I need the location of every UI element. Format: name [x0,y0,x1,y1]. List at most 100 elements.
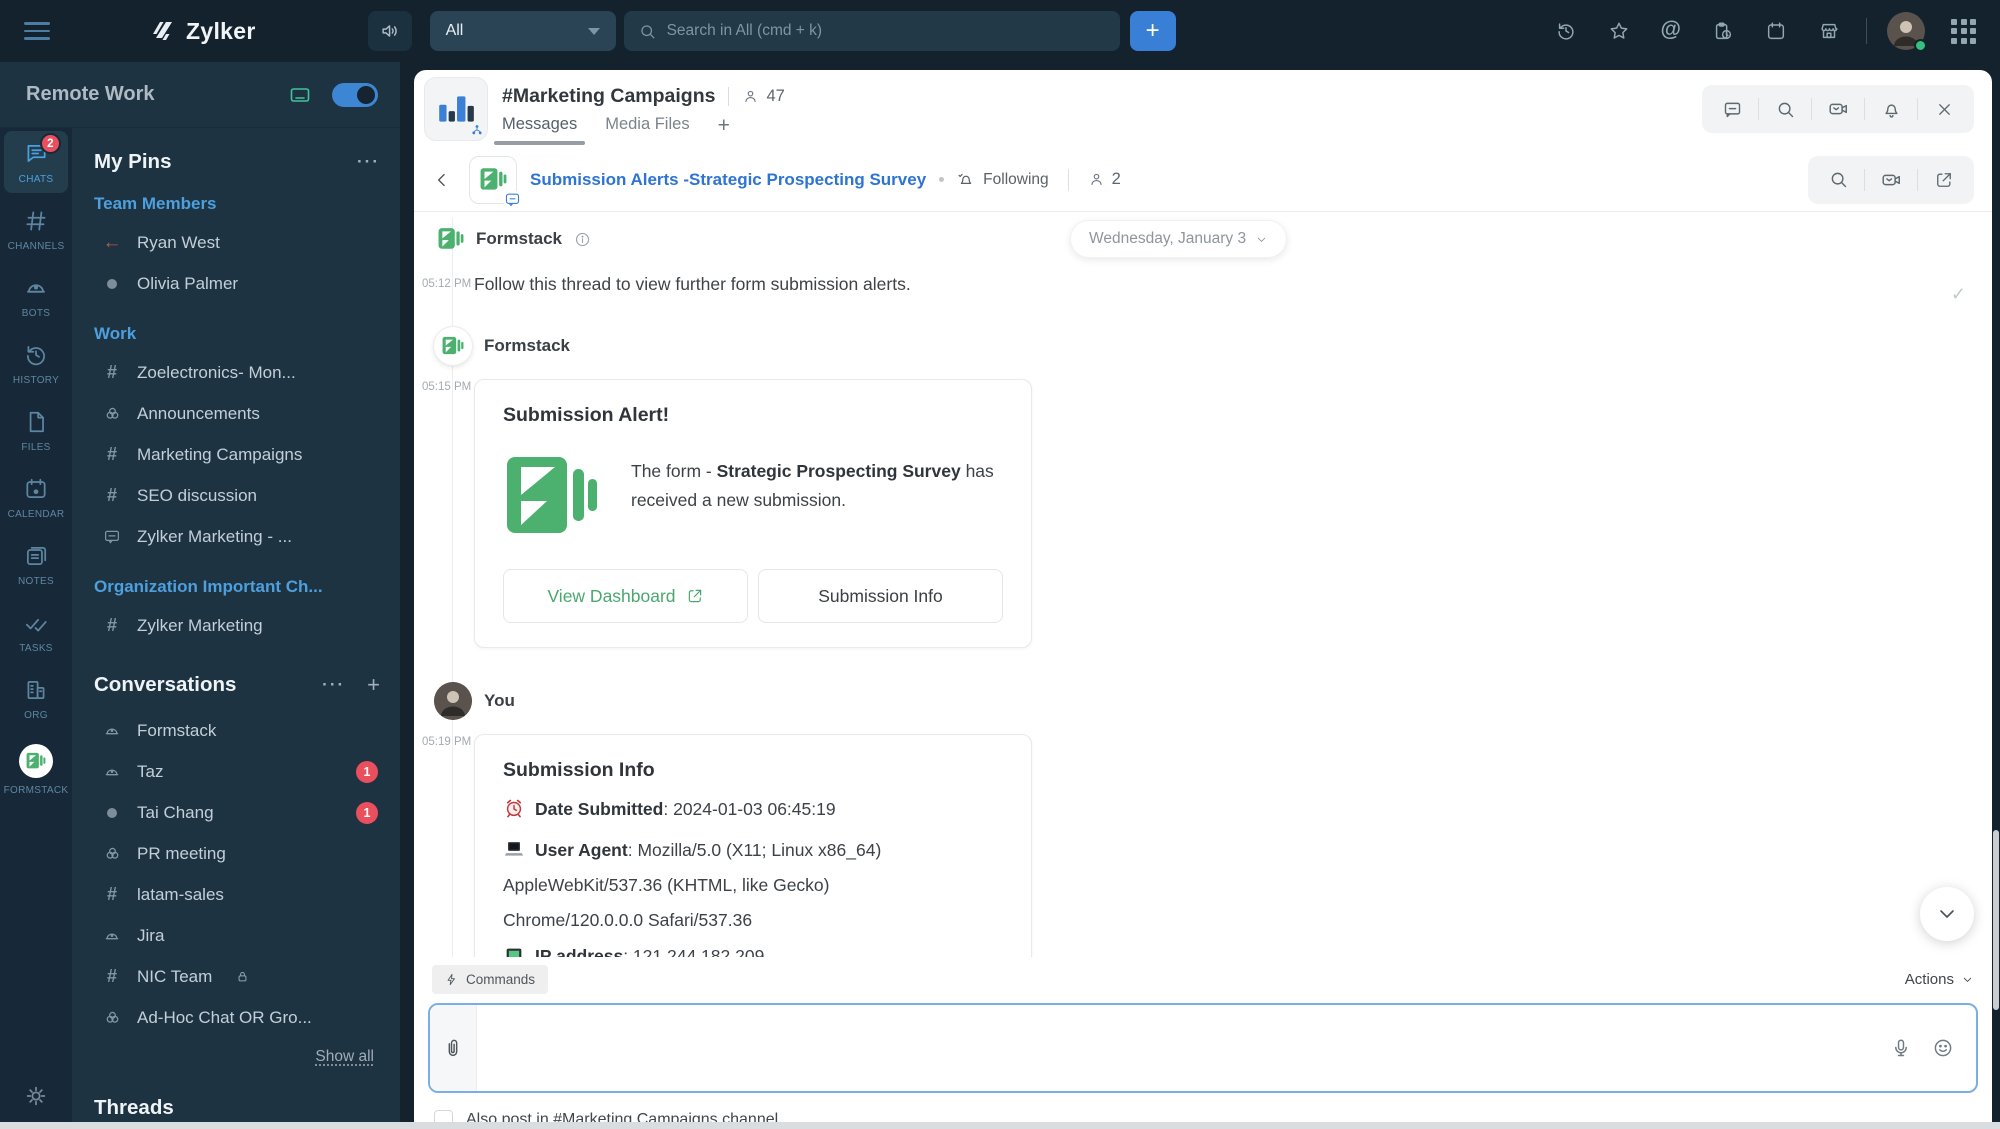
conversation-nic-team[interactable]: # NIC Team [92,956,382,997]
rail-item-files[interactable]: FILES [4,399,68,461]
tab-messages[interactable]: Messages [493,115,586,145]
device-monitor-icon[interactable] [288,83,312,107]
submission-info-button[interactable]: Submission Info [758,569,1003,623]
recent-history-icon[interactable] [1555,20,1577,42]
hamburger-menu-icon[interactable] [24,22,50,40]
following-button[interactable]: Following [957,171,1049,189]
rail-item-formstack[interactable]: FORMSTACK [4,734,68,804]
sidebar-item-seo-discussion[interactable]: # SEO discussion [92,475,382,516]
message-list[interactable]: Wednesday, January 3 Formstack 05:12 PM … [414,212,1992,957]
page-scrollbar-thumb[interactable] [1993,830,1999,1010]
thread-member-count[interactable]: 2 [1088,170,1121,189]
marketplace-icon[interactable] [1818,20,1840,42]
pin-group-title[interactable]: Work [94,324,380,344]
thread-bubble-badge-icon [504,190,521,208]
rail-item-chats[interactable]: 2 CHATS [4,131,68,193]
tab-media-files[interactable]: Media Files [605,115,689,136]
conversations-more-icon[interactable]: ··· [322,675,345,695]
search-icon[interactable] [1812,156,1864,204]
chats-unread-badge: 2 [40,133,61,154]
conversation-pr-meeting[interactable]: PR meeting [92,833,382,874]
sender-name[interactable]: Formstack [476,229,562,249]
availability-toggle[interactable] [332,82,378,107]
video-call-icon[interactable] [1812,85,1864,133]
rail-item-org[interactable]: ORG [4,667,68,729]
video-call-icon[interactable] [1865,156,1917,204]
message-time: 05:19 PM [422,736,472,748]
sidebar-item-marketing-campaigns[interactable]: # Marketing Campaigns [92,434,382,475]
back-chevron-icon[interactable] [432,170,452,190]
search-scope-select[interactable]: All [429,11,616,51]
info-icon[interactable] [574,231,591,248]
attach-file-button[interactable] [430,1005,477,1091]
date-pill[interactable]: Wednesday, January 3 [1070,220,1288,258]
new-chat-button[interactable]: + [1129,11,1176,51]
notifications-bell-icon[interactable] [1865,85,1917,133]
volume-icon[interactable] [367,11,412,51]
topbar: Zylker All + @ [0,0,2000,62]
conversation-formstack[interactable]: Formstack [92,710,382,751]
channel-avatar[interactable] [424,77,488,141]
search-icon[interactable] [1759,85,1811,133]
conversation-tai-chang[interactable]: Tai Chang 1 [92,792,382,833]
view-dashboard-button[interactable]: View Dashboard [503,569,748,623]
mic-icon[interactable] [1890,1037,1912,1059]
sidebar-item-zoelectronics[interactable]: # Zoelectronics- Mon... [92,352,382,393]
emoji-icon[interactable] [1932,1037,1954,1059]
close-icon[interactable] [1918,85,1970,133]
commands-button[interactable]: Commands [432,965,549,994]
pin-group-title[interactable]: Organization Important Ch... [94,577,380,597]
hash-icon: # [106,615,117,635]
thread-avatar[interactable] [469,155,521,208]
conversation-adhoc[interactable]: Ad-Hoc Chat OR Gro... [92,997,382,1038]
channel-member-count[interactable]: 47 [742,87,785,106]
starred-icon[interactable] [1608,20,1630,42]
you-avatar[interactable] [434,682,472,720]
rail-item-channels[interactable]: CHANNELS [4,198,68,260]
sidebar-item-zylker-marketing-thread[interactable]: Zylker Marketing - ... [92,516,382,557]
conversation-latam-sales[interactable]: # latam-sales [92,874,382,915]
actions-dropdown[interactable]: Actions [1905,971,1974,988]
sender-name[interactable]: Formstack [484,336,570,356]
rail-item-calendar[interactable]: CALENDAR [4,466,68,528]
reminders-icon[interactable] [1712,20,1734,42]
presence-dot-icon [102,278,122,289]
conversation-jira[interactable]: Jira [92,915,382,956]
open-external-icon[interactable] [1918,156,1970,204]
sender-name[interactable]: You [484,691,515,711]
calendar-icon[interactable] [1765,20,1787,42]
card-title: Submission Alert! [503,404,670,426]
user-avatar[interactable] [1887,12,1927,52]
new-conversation-icon[interactable]: + [367,672,380,698]
computer-icon [503,944,525,957]
info-row-ip: IP address: 121.244.182.209 [503,943,1003,957]
rail-item-bots[interactable]: BOTS [4,265,68,327]
pin-group-title[interactable]: Team Members [94,194,380,214]
pins-more-icon[interactable]: ··· [357,152,380,172]
mentions-icon[interactable]: @ [1661,18,1681,42]
thread-title[interactable]: Submission Alerts -Strategic Prospecting… [530,170,926,190]
rail-item-notes[interactable]: NOTES [4,533,68,595]
group-icon [102,844,122,863]
apps-grid-icon[interactable] [1951,18,1976,44]
conversation-taz[interactable]: Taz 1 [92,751,382,792]
sidebar-item-zylker-marketing[interactable]: # Zylker Marketing [92,605,382,646]
formstack-avatar[interactable] [434,327,472,365]
message-input[interactable] [477,1005,1890,1091]
zap-icon [447,973,455,986]
add-tab-icon[interactable]: + [718,114,730,138]
sidebar-item-ryan-west[interactable]: ← Ryan West [92,222,382,263]
rail-item-tasks[interactable]: TASKS [4,600,68,662]
rail-item-history[interactable]: HISTORY [4,332,68,394]
search-input[interactable] [666,22,1106,40]
show-all-link[interactable]: Show all [315,1048,374,1065]
comment-icon[interactable] [1706,85,1758,133]
formstack-avatar[interactable] [438,226,464,252]
scroll-to-bottom-button[interactable] [1920,887,1974,941]
settings-gear-icon[interactable] [23,1083,49,1109]
topbar-divider [1866,18,1867,44]
global-search[interactable] [623,11,1120,51]
sidebar-item-olivia-palmer[interactable]: Olivia Palmer [92,263,382,304]
sidebar-item-announcements[interactable]: Announcements [92,393,382,434]
bell-follow-icon [958,173,972,184]
